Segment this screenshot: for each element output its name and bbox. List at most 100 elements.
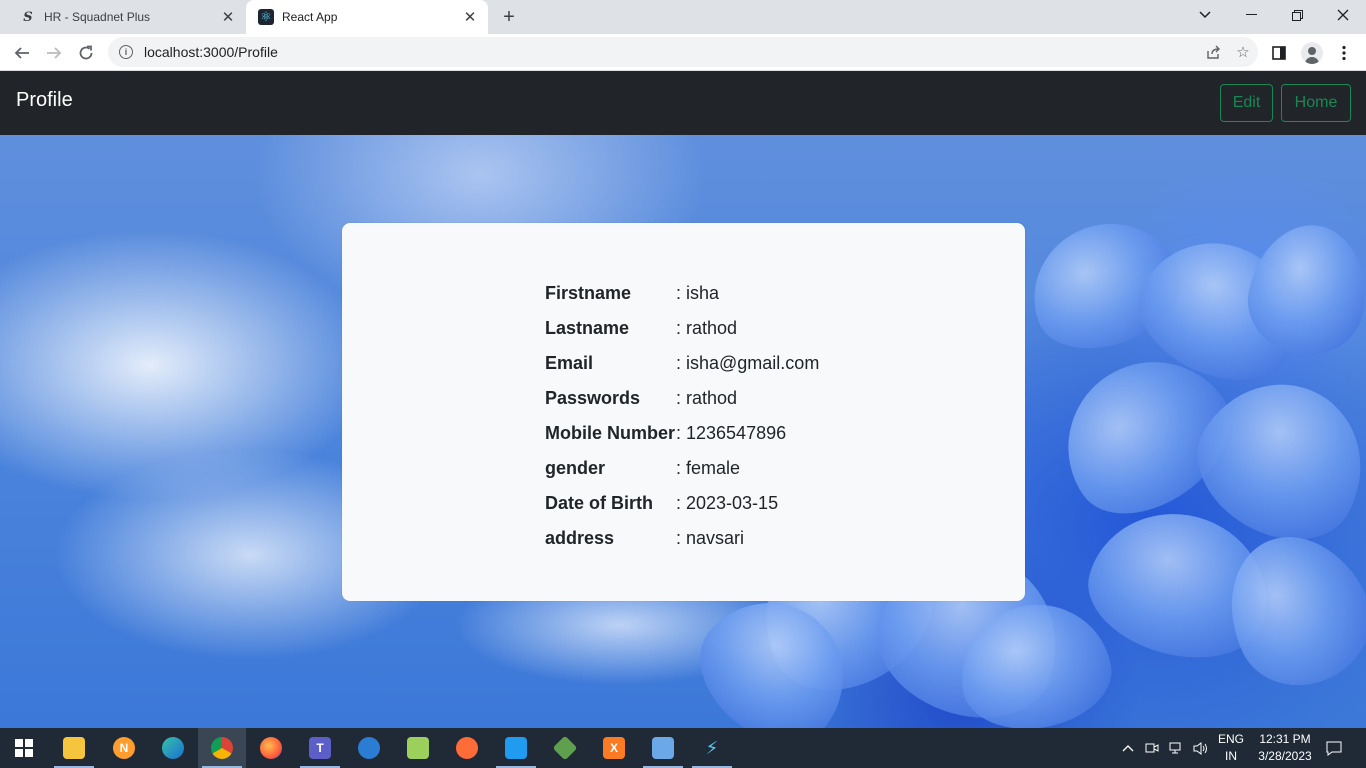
tab-title: React App: [282, 10, 338, 24]
field-label: address: [545, 528, 615, 548]
taskbar-outlook[interactable]: [345, 728, 393, 768]
system-clock[interactable]: 12:31 PM 3/28/2023: [1250, 731, 1320, 765]
forward-button[interactable]: [40, 39, 68, 67]
tab-search-button[interactable]: [1182, 0, 1228, 30]
bookmark-star-icon[interactable]: ☆: [1228, 37, 1258, 67]
taskbar-teams[interactable]: T: [296, 728, 344, 768]
taskbar-firefox[interactable]: [247, 728, 295, 768]
taskbar-vscode[interactable]: [492, 728, 540, 768]
profile-details: Firstname : isha Lastname : rathod Email…: [545, 276, 819, 556]
field-value: : 2023-03-15: [676, 493, 779, 513]
field-label: gender: [545, 458, 606, 478]
profile-button[interactable]: [1298, 39, 1326, 67]
taskbar-xampp[interactable]: X: [590, 728, 638, 768]
notifications-button[interactable]: [1322, 728, 1346, 768]
taskbar-nox[interactable]: N: [100, 728, 148, 768]
minimize-icon: [1245, 14, 1257, 15]
arrow-left-icon: [14, 47, 29, 59]
site-info-icon[interactable]: i: [119, 45, 133, 59]
tab-react-app[interactable]: ⚛ React App ✕: [246, 0, 488, 34]
background-image: Firstname : isha Lastname : rathod Email…: [0, 135, 1366, 728]
speaker-icon: [1193, 741, 1207, 755]
notification-icon: [1326, 741, 1342, 756]
navbar-brand[interactable]: Profile: [16, 89, 73, 112]
minimize-button[interactable]: [1228, 0, 1274, 30]
nox-icon: N: [113, 737, 135, 759]
browser-toolbar: i ☆: [0, 34, 1366, 71]
taskbar-postman[interactable]: [443, 728, 491, 768]
profile-row-dob: Date of Birth : 2023-03-15: [545, 486, 819, 521]
reload-icon: [79, 45, 93, 60]
clock-time: 12:31 PM: [1259, 732, 1311, 746]
close-icon[interactable]: ✕: [460, 7, 480, 27]
home-button[interactable]: Home: [1281, 84, 1351, 122]
field-label: Passwords: [545, 388, 641, 408]
profile-row-firstname: Firstname : isha: [545, 276, 819, 311]
field-label: Date of Birth: [545, 493, 653, 513]
url-input[interactable]: [142, 43, 1198, 61]
close-icon: [1337, 9, 1349, 21]
start-button[interactable]: [0, 728, 48, 768]
taskbar-chrome[interactable]: [198, 728, 246, 768]
field-label: Email: [545, 353, 594, 373]
avatar-icon: [1301, 42, 1323, 64]
field-value: : isha@gmail.com: [676, 353, 820, 373]
edge-icon: [162, 737, 184, 759]
tab-hr-squadnet[interactable]: S HR - Squadnet Plus ✕: [8, 0, 246, 34]
language-code: ENG: [1217, 732, 1244, 746]
more-vertical-icon: [1342, 45, 1346, 61]
teams-icon: T: [309, 737, 331, 759]
restore-button[interactable]: [1274, 0, 1320, 30]
field-label: Lastname: [545, 318, 630, 338]
share-icon[interactable]: [1198, 37, 1228, 67]
field-value: : rathod: [676, 388, 738, 408]
top-navbar: Profile Edit Home: [0, 71, 1366, 135]
vscode-icon: [505, 737, 527, 759]
file-explorer-icon: [63, 737, 85, 759]
side-panel-icon: [1272, 46, 1286, 60]
clock-date: 3/28/2023: [1258, 749, 1312, 763]
field-value: : isha: [676, 283, 720, 303]
meet-now-button[interactable]: [1142, 728, 1162, 768]
taskbar-network-app[interactable]: [639, 728, 687, 768]
profile-row-lastname: Lastname : rathod: [545, 311, 819, 346]
volume-button[interactable]: [1190, 728, 1210, 768]
web-page: Profile Edit Home Firstname : isha Lastn…: [0, 71, 1366, 728]
windows-start-icon: [15, 739, 33, 757]
close-icon[interactable]: ✕: [218, 7, 238, 27]
taskbar-edge[interactable]: [149, 728, 197, 768]
restore-icon: [1291, 9, 1303, 21]
outlook-icon: [358, 737, 380, 759]
react-icon: ⚛: [258, 9, 274, 25]
nodejs-icon: [552, 735, 578, 761]
side-panel-button[interactable]: [1265, 39, 1293, 67]
field-value: : female: [676, 458, 741, 478]
edit-button[interactable]: Edit: [1220, 84, 1273, 122]
new-tab-button[interactable]: +: [497, 5, 521, 29]
network-button[interactable]: [1166, 728, 1186, 768]
language-indicator[interactable]: ENG IN: [1214, 731, 1248, 765]
profile-row-gender: gender : female: [545, 451, 819, 486]
address-bar[interactable]: i ☆: [108, 37, 1258, 67]
browser-tabstrip: S HR - Squadnet Plus ✕ ⚛ React App ✕ +: [0, 0, 1366, 34]
reload-button[interactable]: [72, 39, 100, 67]
back-button[interactable]: [8, 39, 36, 67]
taskbar-file-explorer[interactable]: [50, 728, 98, 768]
postman-icon: [456, 737, 478, 759]
taskbar-nodejs[interactable]: [541, 728, 589, 768]
menu-button[interactable]: [1330, 39, 1358, 67]
chevron-down-icon: [1199, 11, 1211, 19]
chrome-icon: [211, 737, 233, 759]
taskbar-notepad-plus-plus[interactable]: [394, 728, 442, 768]
windows-taskbar: N T X ⚡ ENG IN 12:31 PM 3/28/2023: [0, 728, 1366, 768]
field-value: : 1236547896: [676, 423, 787, 443]
taskbar-azure-data[interactable]: ⚡: [688, 728, 736, 768]
firefox-icon: [260, 737, 282, 759]
field-label: Firstname: [545, 283, 632, 303]
squadnet-icon: S: [23, 9, 33, 25]
chevron-up-icon: [1122, 745, 1134, 752]
show-hidden-icons-button[interactable]: [1118, 728, 1138, 768]
profile-card: Firstname : isha Lastname : rathod Email…: [342, 223, 1025, 601]
azure-data-icon: ⚡: [705, 737, 719, 758]
window-close-button[interactable]: [1320, 0, 1366, 30]
